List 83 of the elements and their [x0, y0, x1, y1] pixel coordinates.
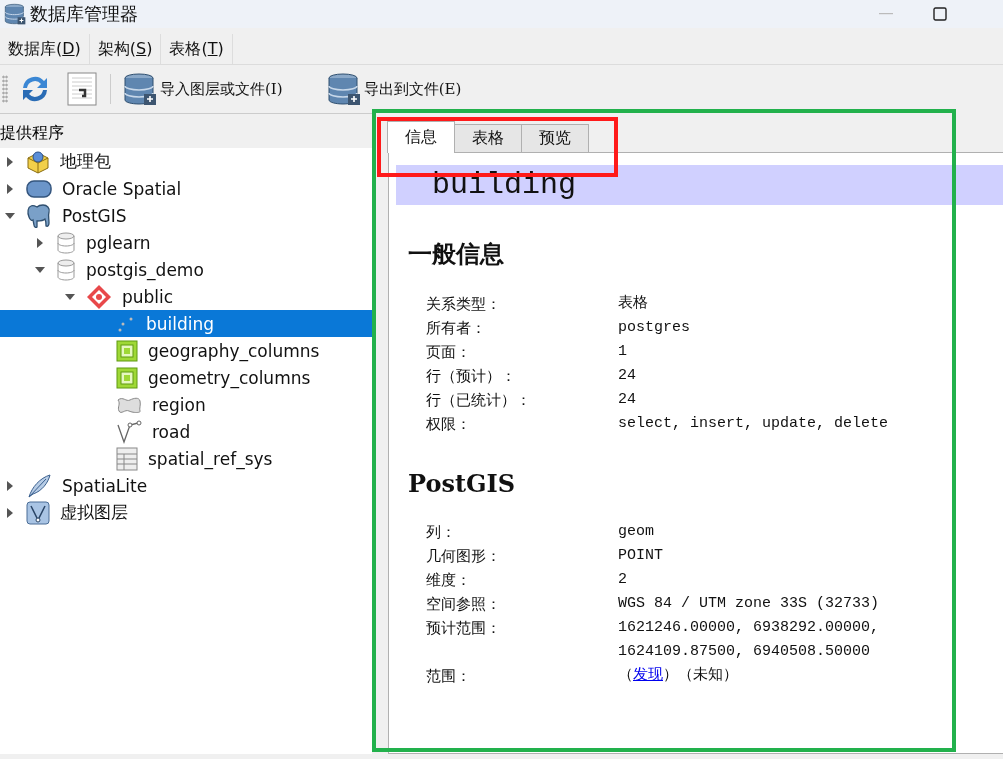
tree-label: postgis_demo — [86, 259, 204, 280]
tree-label: building — [146, 313, 215, 334]
tree-item[interactable]: Oracle Spatial — [0, 175, 372, 202]
property-value: 1621246.00000, 6938292.00000, 1624109.87500, 6940508.50000 — [618, 618, 881, 662]
tree-label: public — [122, 286, 174, 307]
tree-item[interactable]: spatial_ref_sys — [0, 445, 372, 472]
property-label: 几何图形： — [426, 546, 502, 567]
elephant-icon — [26, 202, 52, 229]
property-value: WGS 84 / UTM zone 33S (32733) — [618, 594, 881, 614]
property-label: 页面： — [426, 342, 472, 363]
property-label: 关系类型： — [426, 294, 502, 315]
line-icon — [116, 419, 142, 444]
package-icon — [26, 149, 50, 174]
menu-item[interactable]: 表格(T) — [161, 34, 233, 64]
panel-title: 提供程序 — [0, 113, 372, 148]
menu-item[interactable]: 数据库(D) — [0, 34, 90, 64]
tree-item[interactable]: PostGIS — [0, 202, 372, 229]
tree-label: PostGIS — [62, 205, 127, 226]
tree-label: road — [152, 421, 191, 442]
property-value: select, insert, update, delete — [618, 414, 890, 434]
tab[interactable]: 表格 — [454, 124, 522, 152]
window-title: 数据库管理器 — [30, 2, 138, 26]
section-heading: PostGIS — [408, 469, 517, 498]
document-icon — [66, 72, 98, 106]
database-icon — [123, 72, 157, 106]
square-icon — [116, 366, 138, 389]
import-button[interactable]: 导入图层或文件(I) — [119, 70, 287, 108]
property-value: 2 — [618, 570, 628, 590]
tab[interactable]: 信息 — [387, 121, 455, 153]
property-label: 行（已统计）： — [426, 390, 532, 411]
menu-item[interactable]: 架构(S) — [89, 34, 162, 64]
tree-item[interactable]: 地理包 — [0, 148, 372, 175]
export-button[interactable]: 导出到文件(E) — [322, 70, 466, 108]
database-icon — [56, 258, 76, 281]
property-value: postgres — [618, 318, 691, 338]
property-value: （发现）（未知） — [618, 665, 739, 686]
tree-label: 地理包 — [60, 150, 111, 173]
tree-item[interactable]: public — [0, 283, 372, 310]
maximize-icon[interactable] — [933, 7, 947, 21]
diamond-icon — [86, 283, 112, 310]
tree-item[interactable]: 虚拟图层 — [0, 499, 372, 526]
tab[interactable]: 预览 — [521, 124, 589, 152]
tree-item[interactable]: region — [0, 391, 372, 418]
tree-item[interactable]: postgis_demo — [0, 256, 372, 283]
tree-label: Oracle Spatial — [62, 178, 182, 199]
database-icon — [4, 3, 26, 25]
tree-item[interactable]: building — [0, 310, 372, 337]
property-value: geom — [618, 522, 655, 542]
tree-label: 虚拟图层 — [60, 501, 128, 524]
tree-label: geography_columns — [148, 340, 320, 361]
tree-item[interactable]: geography_columns — [0, 337, 372, 364]
property-label: 所有者： — [426, 318, 487, 339]
property-label: 权限： — [426, 414, 472, 435]
square-icon — [116, 339, 138, 362]
property-value: 1 — [618, 342, 628, 362]
property-label: 列： — [426, 522, 457, 543]
rounded-rectangle-icon — [26, 178, 52, 199]
tree-label: region — [152, 394, 206, 415]
vector-icon — [26, 500, 50, 525]
property-label: 空间参照： — [426, 594, 502, 615]
feather-icon — [26, 472, 52, 499]
database-icon — [326, 72, 361, 106]
property-label: 行（预计）： — [426, 366, 517, 387]
section-heading: 一般信息 — [408, 238, 505, 270]
property-value: 表格 — [618, 293, 649, 314]
tree-label: pglearn — [86, 232, 151, 253]
tree-label: spatial_ref_sys — [148, 448, 273, 469]
database-icon — [56, 231, 76, 254]
property-value: 24 — [618, 390, 637, 410]
tree-label: geometry_columns — [148, 367, 311, 388]
property-label: 预计范围： — [426, 618, 502, 639]
property-label: 范围： — [426, 666, 472, 687]
tree-item[interactable]: road — [0, 418, 372, 445]
property-label: 维度： — [426, 570, 472, 591]
tree-item[interactable]: SpatiaLite — [0, 472, 372, 499]
tree-item[interactable]: geometry_columns — [0, 364, 372, 391]
layer-title: building — [396, 165, 1003, 205]
table-icon — [116, 446, 138, 471]
property-value: 24 — [618, 366, 637, 386]
link[interactable]: 发现 — [633, 667, 663, 684]
property-value: POINT — [618, 546, 664, 566]
tree-item[interactable]: pglearn — [0, 229, 372, 256]
tree-label: SpatiaLite — [62, 475, 148, 496]
